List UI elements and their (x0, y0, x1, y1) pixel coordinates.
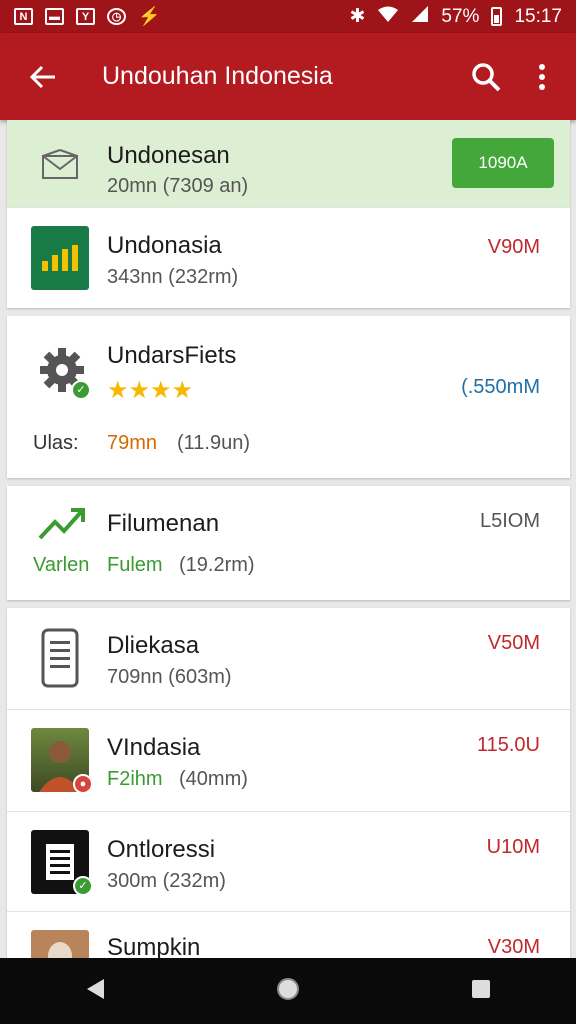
item-name: Ontloressi (107, 836, 216, 863)
card-group-2[interactable]: ✓ UndarsFiets ★★★★ Ulas: 79mn (11.9un) (… (7, 316, 570, 478)
list-item[interactable]: ✓ Ontloressi 300m (232m) U10M (7, 812, 570, 912)
battery-icon (491, 7, 503, 26)
wifi-icon (377, 5, 399, 29)
item-name: Undonesan (107, 142, 230, 169)
check-badge-icon: ✓ (73, 876, 93, 896)
search-button[interactable] (458, 33, 514, 120)
notification-bolt-icon: ⚡ (138, 6, 161, 26)
trending-up-icon (33, 500, 91, 548)
card-group-3[interactable]: Filumenan Varlen Fulem (19.2rm) L5IOM (7, 486, 570, 600)
item-size: (.550mM (461, 376, 540, 398)
item-meta: 709nn (603m) (107, 666, 232, 688)
download-list: Undonesan 20mn (7309 an) 1090A Undonasia… (7, 120, 570, 962)
more-vert-icon (539, 63, 545, 90)
item-size: V30M (487, 936, 540, 958)
list-item[interactable]: Undonasia 343nn (232rm) V90M (7, 208, 570, 308)
check-badge-icon: ✓ (71, 380, 91, 400)
recents-square-icon (471, 979, 490, 998)
item-meta-highlight: F2ihm (107, 768, 163, 790)
mail-icon (31, 132, 89, 196)
nav-home-button[interactable] (275, 976, 301, 1007)
item-label: Ulas: (33, 432, 79, 454)
item-meta: 343nn (232rm) (107, 266, 239, 288)
card-group-1: Undonesan 20mn (7309 an) 1090A Undonasia… (7, 120, 570, 308)
status-bar: N ▬ Y ◷ ⚡ ✱ 57% 15:17 (0, 0, 576, 33)
item-meta: 300m (232m) (107, 870, 226, 892)
item-size: V90M (487, 236, 540, 258)
overflow-menu-button[interactable] (514, 33, 570, 120)
notification-icons: N ▬ Y ◷ ⚡ (14, 6, 160, 27)
item-name: Dliekasa (107, 632, 200, 659)
search-icon (472, 62, 501, 91)
clock-time: 15:17 (514, 5, 562, 27)
item-size: U10M (486, 836, 540, 858)
phone-document-icon (31, 626, 89, 690)
item-label: Varlen (33, 554, 90, 576)
list-item[interactable]: Dliekasa 709nn (603m) V50M (7, 608, 570, 710)
item-name: UndarsFiets (107, 342, 237, 369)
item-meta: (11.9un) (177, 432, 251, 454)
chart-app-icon (31, 226, 89, 290)
item-name: VIndasia (107, 734, 201, 761)
list-item[interactable]: ● VIndasia F2ihm (40mm) 115.0U (7, 710, 570, 812)
item-name: Undonasia (107, 232, 222, 259)
app-bar: Undouhan Indonesia (0, 33, 576, 120)
bluetooth-icon: ✱ (349, 6, 366, 27)
system-nav-bar (0, 958, 576, 1024)
install-button[interactable]: 1090A (452, 138, 554, 188)
back-button[interactable] (0, 33, 86, 120)
item-meta-highlight: Fulem (107, 554, 163, 576)
back-triangle-icon (87, 978, 105, 999)
item-meta-highlight: 79mn (107, 432, 158, 454)
item-size: V50M (487, 632, 540, 654)
home-circle-icon (276, 977, 299, 1000)
item-meta: (40mm) (179, 768, 248, 790)
status-badge-icon: ● (73, 774, 93, 794)
list-item[interactable]: Sumpkin V30M (7, 912, 570, 962)
nav-back-button[interactable] (84, 977, 106, 1006)
notification-n-icon: N (14, 8, 33, 25)
signal-icon (411, 5, 429, 29)
rating-stars: ★★★★ (107, 377, 194, 404)
notification-y-icon: Y (76, 8, 95, 25)
item-name: Filumenan (107, 510, 220, 537)
list-item[interactable]: Undonesan 20mn (7309 an) 1090A (7, 120, 570, 208)
item-size: L5IOM (479, 510, 540, 532)
page-title: Undouhan Indonesia (102, 62, 333, 90)
notification-photo-icon: ▬ (45, 8, 64, 25)
notification-clock-icon: ◷ (107, 8, 126, 25)
card-group-4: Dliekasa 709nn (603m) V50M ● VIndasia F2… (7, 608, 570, 962)
item-size: 115.0U (476, 734, 540, 756)
battery-percent: 57% (441, 5, 480, 27)
arrow-back-icon (29, 65, 55, 88)
item-meta: 20mn (7309 an) (107, 175, 249, 197)
nav-recents-button[interactable] (470, 978, 492, 1005)
item-meta: (19.2rm) (179, 554, 255, 576)
